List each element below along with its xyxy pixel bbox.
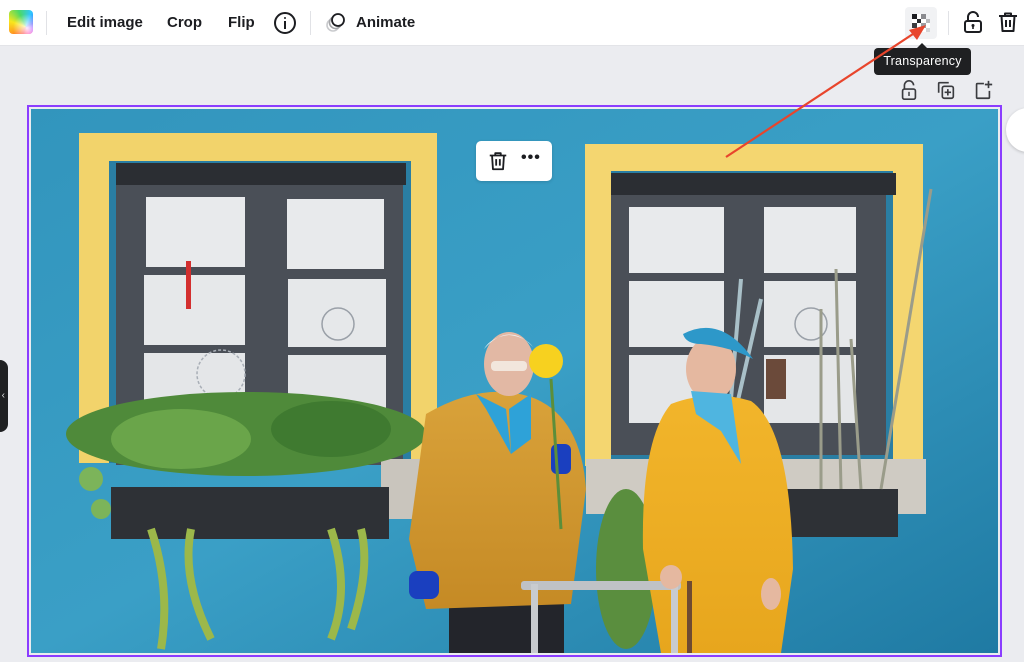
top-toolbar: Edit image Crop Flip Animate xyxy=(0,0,1024,46)
add-page-icon[interactable] xyxy=(972,79,994,101)
side-panel-toggle[interactable]: ‹ xyxy=(0,360,8,432)
lock-icon[interactable] xyxy=(898,79,920,101)
duplicate-icon[interactable] xyxy=(935,79,957,101)
trash-icon[interactable] xyxy=(487,150,509,172)
color-swatch-icon[interactable] xyxy=(9,10,33,34)
animate-icon[interactable] xyxy=(325,11,347,33)
transparency-tooltip: Transparency xyxy=(874,43,971,75)
toolbar-divider xyxy=(310,11,311,35)
transparency-icon xyxy=(912,14,930,32)
trash-icon[interactable] xyxy=(996,10,1020,34)
canvas-image[interactable] xyxy=(31,109,998,653)
flip-button[interactable]: Flip xyxy=(228,11,255,35)
toolbar-divider xyxy=(948,11,949,35)
toolbar-divider xyxy=(46,11,47,35)
crop-button[interactable]: Crop xyxy=(167,11,202,35)
element-floating-menu: ••• xyxy=(476,141,552,181)
lock-icon[interactable] xyxy=(961,10,985,34)
photo-illustration xyxy=(31,109,998,653)
more-icon[interactable]: ••• xyxy=(521,149,541,167)
transparency-button[interactable] xyxy=(905,7,937,39)
animate-button[interactable]: Animate xyxy=(356,11,415,35)
side-action-button[interactable] xyxy=(1006,108,1024,152)
side-panel-toggle-label: ‹ xyxy=(1,390,5,401)
edit-image-button[interactable]: Edit image xyxy=(67,11,143,35)
info-icon[interactable] xyxy=(274,12,296,34)
